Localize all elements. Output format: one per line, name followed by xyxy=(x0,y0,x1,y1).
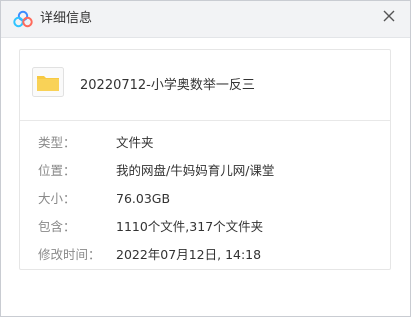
detail-label: 修改时间： xyxy=(38,247,101,262)
detail-label: 包含： xyxy=(38,219,76,234)
detail-value: 76.03GB xyxy=(116,191,171,206)
detail-value: 1110个文件,317个文件夹 xyxy=(116,219,264,234)
folder-icon xyxy=(32,67,64,97)
detail-value: 2022年07月12日, 14:18 xyxy=(116,247,262,262)
detail-value: 我的网盘/牛妈妈育儿网/课堂 xyxy=(116,163,275,178)
cloud-logo-icon xyxy=(13,10,33,28)
detail-value: 文件夹 xyxy=(116,135,154,150)
detail-row-modified: 修改时间： 2022年07月12日, 14:18 xyxy=(20,247,390,263)
detail-label: 类型： xyxy=(38,135,76,150)
details-panel: 20220712-小学奥数举一反三 类型： 文件夹 位置： 我的网盘/牛妈妈育儿… xyxy=(19,49,391,270)
details-dialog: 详细信息 20220712-小学奥数举一反三 类型： 文件夹 位置： 我的网盘/… xyxy=(0,0,411,317)
file-name: 20220712-小学奥数举一反三 xyxy=(80,78,255,93)
detail-row-contains: 包含： 1110个文件,317个文件夹 xyxy=(20,219,390,235)
close-icon[interactable] xyxy=(380,7,398,25)
detail-label: 位置： xyxy=(38,163,76,178)
detail-row-size: 大小： 76.03GB xyxy=(20,191,390,207)
file-header: 20220712-小学奥数举一反三 xyxy=(20,50,390,121)
dialog-title: 详细信息 xyxy=(40,11,93,26)
title-bar: 详细信息 xyxy=(1,1,410,38)
detail-row-location: 位置： 我的网盘/牛妈妈育儿网/课堂 xyxy=(20,163,390,179)
detail-label: 大小： xyxy=(38,191,76,206)
detail-row-type: 类型： 文件夹 xyxy=(20,135,390,151)
